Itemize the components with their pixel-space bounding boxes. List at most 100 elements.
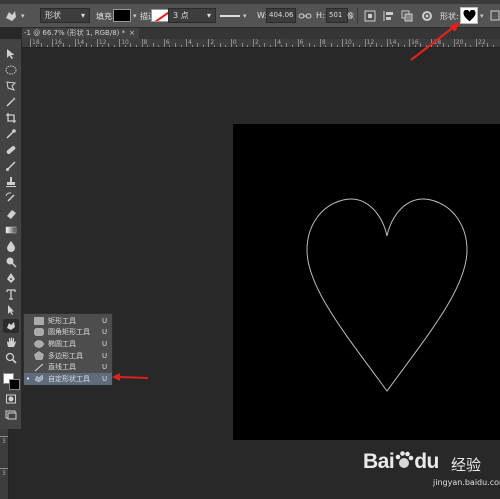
document-title: -1 @ 66.7% (形状 1, RGB/8) * [24, 29, 126, 37]
fill-color-swatch[interactable] [113, 9, 131, 22]
path-alignment-icon[interactable] [382, 9, 396, 23]
tool-move[interactable] [3, 47, 19, 61]
path-operations-icon[interactable] [363, 9, 377, 23]
close-icon[interactable]: × [129, 28, 135, 39]
link-icon[interactable] [298, 11, 312, 21]
bandage-icon [6, 146, 16, 154]
ruler-minor-tick [158, 45, 160, 47]
ruler-tick [319, 39, 321, 47]
tool-brush[interactable] [3, 159, 19, 173]
quick-mask-icon [6, 394, 16, 404]
ruler-tick [275, 39, 277, 47]
tool-clone-stamp[interactable] [3, 175, 19, 189]
tool-zoom[interactable] [3, 351, 19, 365]
ruler-tick [141, 39, 143, 47]
width-input[interactable]: 404.06 [266, 8, 296, 23]
ruler-tick [163, 39, 165, 47]
ruler-minor-tick [219, 43, 221, 47]
paw-icon [395, 451, 414, 468]
ruler-minor-tick [247, 45, 249, 47]
ruler-minor-tick [180, 45, 182, 47]
screen-mode-button[interactable] [3, 408, 19, 422]
heart-shape-path[interactable] [305, 188, 470, 393]
tool-magic-wand[interactable] [3, 95, 19, 109]
magic-wand-icon [6, 97, 16, 107]
ruler-tick [119, 39, 121, 47]
stroke-type-picker[interactable]: ▾ [220, 8, 250, 23]
ruler-minor-tick [63, 43, 65, 47]
custom-shape-icon [6, 11, 16, 21]
path-arrangement-icon[interactable] [400, 9, 414, 23]
tool-lasso[interactable] [3, 79, 19, 93]
flyout-item-polygon[interactable]: 多边形工具 U [24, 350, 112, 362]
tool-history-brush[interactable] [3, 191, 19, 205]
ruler-tick [409, 39, 411, 47]
flyout-item-label: 直线工具 [48, 363, 76, 372]
gear-icon[interactable] [420, 9, 434, 23]
path-selection-icon [8, 305, 14, 315]
shape-label: 形状: [440, 12, 459, 21]
ruler-minor-tick [135, 45, 137, 47]
ruler-minor-tick [46, 45, 48, 47]
shape-picker[interactable] [460, 7, 478, 24]
ruler-minor-tick [35, 45, 37, 47]
tool-custom-shape[interactable] [3, 319, 19, 333]
screen-mode-icon [5, 410, 17, 420]
hand-icon [7, 337, 16, 347]
tool-gradient[interactable] [3, 223, 19, 237]
align-edges-icon[interactable] [490, 9, 500, 22]
ruler-minor-tick [69, 45, 71, 47]
tool-crop[interactable] [3, 111, 19, 125]
tool-type[interactable] [3, 287, 19, 301]
tool-hand[interactable] [3, 335, 19, 349]
dodge-icon [6, 257, 17, 268]
ruler-minor-tick [280, 45, 282, 47]
stroke-color-swatch[interactable] [151, 9, 169, 22]
annotation-arrow [112, 373, 149, 381]
type-icon [6, 289, 16, 300]
shape-tools-flyout: 矩形工具 U 圆角矩形工具 U 椭圆工具 U 多边形工具 U 直线工具 U • 自定形状工具 U [23, 313, 113, 385]
tool-marquee[interactable] [3, 63, 19, 77]
ellipse-icon [34, 339, 44, 348]
ruler-minor-tick [420, 43, 422, 47]
stroke-width-field[interactable]: 3 点 ▾ [168, 8, 216, 23]
tool-dodge[interactable] [3, 255, 19, 269]
document-tab[interactable]: -1 @ 66.7% (形状 1, RGB/8) * × [22, 28, 139, 39]
ruler-minor-tick [414, 45, 416, 47]
ruler-minor-tick [258, 45, 260, 47]
ruler-minor-tick [397, 43, 399, 47]
divider [357, 8, 358, 24]
watermark-logo: Bai du [363, 450, 439, 473]
flyout-item-rounded-rectangle[interactable]: 圆角矩形工具 U [24, 327, 112, 339]
flyout-item-rectangle[interactable]: 矩形工具 U [24, 315, 112, 327]
eyedropper-icon [6, 129, 16, 139]
history-brush-icon [5, 192, 15, 202]
height-input[interactable]: 501 [326, 8, 348, 23]
tool-eraser[interactable] [3, 207, 19, 221]
tool-pen[interactable] [3, 271, 19, 285]
move-icon [7, 49, 15, 59]
ruler-minor-tick [91, 45, 93, 47]
tool-mode-select[interactable]: 形状 ▾ [40, 8, 90, 23]
polygon-icon [34, 351, 44, 360]
ruler-minor-tick [225, 45, 227, 47]
ruler-minor-tick [241, 43, 243, 47]
ruler-minor-tick [470, 45, 472, 47]
ruler-tick [230, 39, 232, 47]
ruler-minor-tick [381, 45, 383, 47]
selected-bullet: • [25, 374, 31, 383]
ruler-minor-tick [308, 43, 310, 47]
quick-mask-button[interactable] [3, 392, 19, 406]
ruler-tick [52, 39, 54, 47]
tool-preset-picker[interactable]: ▾ [3, 7, 37, 25]
tool-blur[interactable] [3, 239, 19, 253]
background-color-swatch[interactable] [9, 379, 20, 390]
flyout-item-custom-shape[interactable]: • 自定形状工具 U [24, 373, 112, 385]
flyout-item-ellipse[interactable]: 椭圆工具 U [24, 338, 112, 350]
tool-path-selection[interactable] [3, 303, 19, 317]
tool-eyedropper[interactable] [3, 127, 19, 141]
tool-healing-brush[interactable] [3, 143, 19, 157]
ruler-minor-tick [464, 43, 466, 47]
flyout-item-line[interactable]: 直线工具 U [24, 361, 112, 373]
ruler-minor-tick [403, 45, 405, 47]
